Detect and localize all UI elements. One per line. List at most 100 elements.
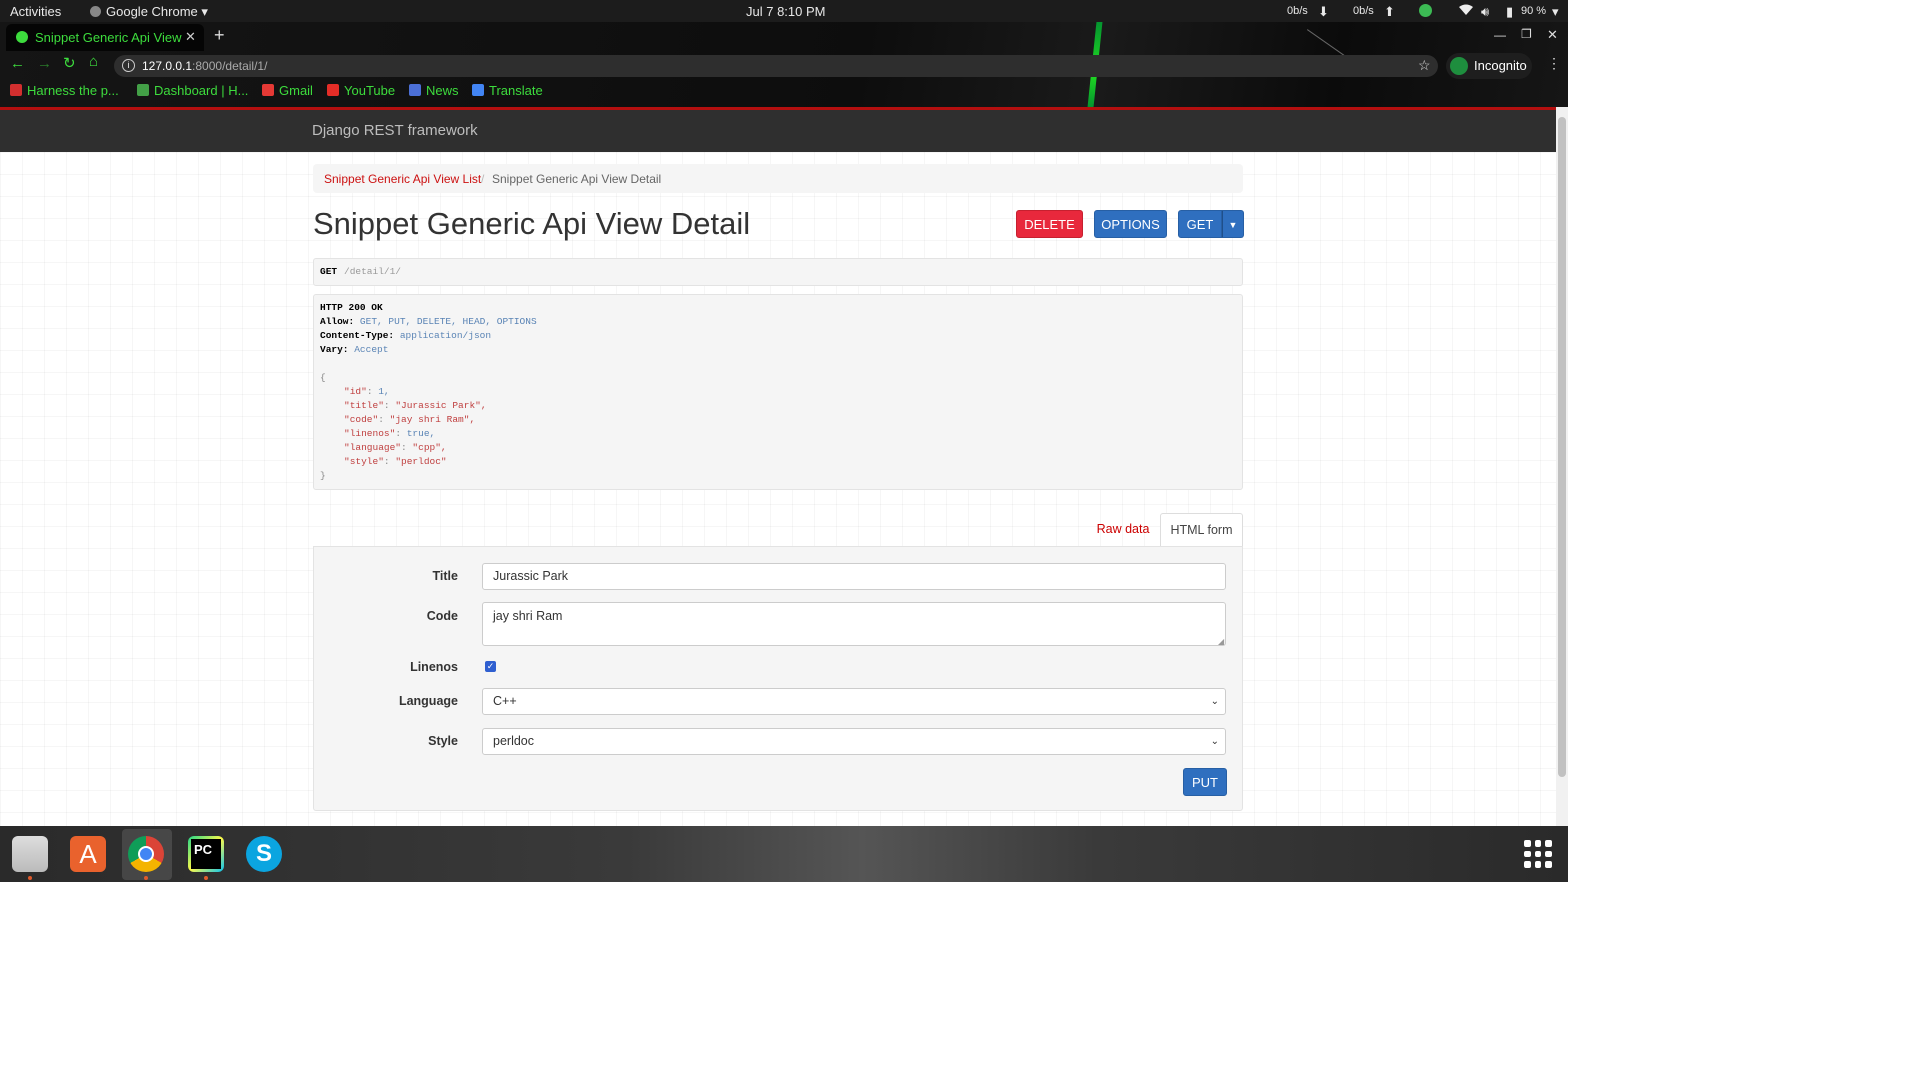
clock[interactable]: Jul 7 8:10 PM: [746, 4, 826, 19]
system-menu-caret-icon[interactable]: ▾: [1552, 4, 1559, 20]
json-key: "id": [344, 386, 367, 397]
address-bar[interactable]: i 127.0.0.1:8000/detail/1/ ☆: [114, 55, 1438, 77]
bookmark-translate[interactable]: Translate: [472, 83, 543, 101]
youtube-icon: [327, 84, 339, 96]
code-textarea[interactable]: jay shri Ram: [482, 602, 1226, 646]
bookmark-label: News: [426, 83, 459, 98]
bookmark-label: Translate: [489, 83, 543, 98]
browser-chrome: Snippet Generic Api View ✕ + — ❐ ✕ ← → ↻…: [0, 22, 1568, 107]
json-value: 1,: [378, 386, 390, 397]
back-icon[interactable]: ←: [10, 55, 25, 72]
wifi-icon[interactable]: [1459, 4, 1473, 19]
app-menu[interactable]: Google Chrome ▾: [90, 4, 208, 20]
json-close-brace: }: [320, 470, 326, 481]
breadcrumb-list-link[interactable]: Snippet Generic Api View List: [324, 172, 481, 186]
pycharm-icon[interactable]: PC: [188, 836, 224, 872]
window-close-icon[interactable]: ✕: [1547, 27, 1558, 43]
get-button[interactable]: GET: [1178, 210, 1222, 238]
bookmark-dashboard[interactable]: Dashboard | H...: [137, 83, 248, 101]
header-key: Allow:: [320, 316, 355, 327]
chrome-small-icon: [90, 6, 101, 17]
files-icon[interactable]: [12, 836, 48, 872]
chrome-icon[interactable]: [128, 836, 164, 872]
battery-icon[interactable]: ▮: [1506, 4, 1513, 20]
vary-header: Vary: Accept: [320, 343, 1236, 357]
tab-active[interactable]: Snippet Generic Api View ✕: [6, 24, 204, 51]
drf-navbar: [0, 110, 1556, 152]
breadcrumb-current: Snippet Generic Api View Detail: [492, 172, 662, 186]
caret-down-icon: ▾: [201, 4, 208, 19]
chrome-menu-icon[interactable]: ⋮: [1547, 55, 1561, 72]
drf-favicon-icon: [16, 31, 28, 43]
resize-handle-icon[interactable]: ◢: [1218, 637, 1224, 646]
breadcrumb: Snippet Generic Api View List / Snippet …: [313, 164, 1243, 193]
json-colon: :: [366, 386, 379, 397]
volume-icon[interactable]: 🔊︎: [1481, 4, 1489, 20]
json-line: "title": "Jurassic Park",: [320, 399, 1236, 413]
restore-icon[interactable]: ❐: [1521, 27, 1532, 41]
running-indicator: [204, 876, 208, 880]
json-body: "id": 1, "title": "Jurassic Park", "code":…: [320, 385, 1236, 469]
page-scrollbar[interactable]: [1556, 107, 1568, 826]
json-value: "cpp",: [412, 442, 447, 453]
title-label: Title: [432, 569, 458, 583]
bookmark-gmail[interactable]: Gmail: [262, 83, 313, 101]
url-text: 127.0.0.1:8000/detail/1/: [142, 59, 267, 73]
app-grid-icon[interactable]: [1524, 840, 1552, 868]
incognito-label: Incognito: [1474, 58, 1527, 73]
forward-icon[interactable]: →: [37, 55, 52, 72]
bookmark-news[interactable]: News: [409, 83, 459, 101]
url-path: :8000/detail/1/: [192, 59, 268, 73]
json-colon: :: [383, 400, 396, 411]
json-line: "code": "jay shri Ram",: [320, 413, 1236, 427]
status-check-icon[interactable]: [1419, 4, 1432, 17]
json-line: "id": 1,: [320, 385, 1236, 399]
bookmark-youtube[interactable]: YouTube: [327, 83, 395, 101]
bookmark-label: YouTube: [344, 83, 396, 98]
content-type-header: Content-Type: application/json: [320, 329, 1236, 343]
code-label: Code: [426, 609, 458, 623]
json-key: "language": [344, 442, 402, 453]
upload-arrow-icon: ⬆: [1384, 4, 1395, 19]
style-select[interactable]: perldoc ⌄: [482, 728, 1226, 755]
language-select[interactable]: C++ ⌄: [482, 688, 1226, 715]
put-button[interactable]: PUT: [1183, 768, 1227, 796]
bookmark-harness[interactable]: Harness the p...: [10, 83, 119, 101]
drf-brand-link[interactable]: Django REST framework: [312, 122, 478, 139]
scrollbar-thumb[interactable]: [1558, 117, 1566, 777]
request-path: /detail/1/: [344, 266, 402, 277]
header-value: application/json: [399, 330, 492, 341]
header-key: Content-Type:: [320, 330, 395, 341]
title-input[interactable]: Jurassic Park: [482, 563, 1226, 590]
linenos-checkbox[interactable]: ✓: [485, 661, 496, 672]
reload-icon[interactable]: ↻: [63, 54, 76, 72]
new-tab-icon[interactable]: +: [214, 25, 225, 46]
incognito-profile-button[interactable]: Incognito: [1446, 53, 1532, 79]
json-open-brace: {: [320, 372, 326, 383]
options-button[interactable]: OPTIONS: [1094, 210, 1167, 238]
translate-icon: [472, 84, 484, 96]
bookmark-label: Dashboard | H...: [154, 83, 249, 98]
json-colon: :: [395, 428, 407, 439]
bookmark-star-icon[interactable]: ☆: [1418, 57, 1431, 74]
gmail-icon: [262, 84, 274, 96]
dock: [0, 826, 1568, 882]
tab-raw-data[interactable]: Raw data: [1090, 513, 1156, 546]
minimize-icon[interactable]: —: [1494, 28, 1506, 42]
tab-html-form[interactable]: HTML form: [1160, 513, 1243, 547]
activities-button[interactable]: Activities: [10, 4, 61, 19]
software-center-icon[interactable]: A: [70, 836, 106, 872]
bookmark-label: Harness the p...: [27, 83, 119, 98]
dashboard-favicon-icon: [137, 84, 149, 96]
json-key: "title": [344, 400, 384, 411]
json-key: "style": [344, 456, 384, 467]
chevron-down-icon: ⌄: [1210, 696, 1219, 707]
get-format-dropdown-icon[interactable]: ▼: [1222, 210, 1244, 238]
skype-icon[interactable]: S: [246, 836, 282, 872]
delete-button[interactable]: DELETE: [1016, 210, 1083, 238]
json-key: "code": [344, 414, 379, 425]
site-info-icon[interactable]: i: [122, 59, 135, 72]
home-icon[interactable]: ⌂: [89, 53, 98, 70]
json-value: "jay shri Ram",: [389, 414, 476, 425]
tab-close-icon[interactable]: ✕: [185, 29, 196, 45]
